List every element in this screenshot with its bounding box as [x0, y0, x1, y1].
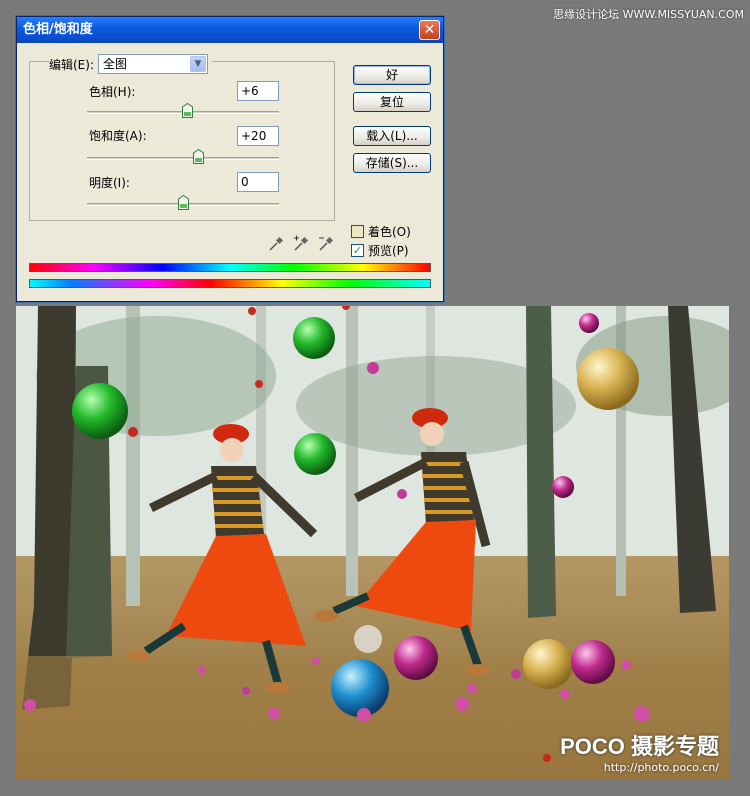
edit-label: 编辑(E): [49, 57, 94, 72]
poco-url: http://photo.poco.cn/ [603, 761, 719, 774]
hue-slider-thumb[interactable] [181, 103, 193, 118]
saturation-slider-thumb[interactable] [193, 149, 205, 164]
ok-button[interactable]: 好 [353, 65, 431, 85]
eyedropper-icon[interactable] [267, 235, 285, 253]
chevron-down-icon[interactable]: ▼ [190, 56, 206, 72]
saturation-input[interactable]: +20 [237, 126, 279, 146]
ornament-pink-small-top [579, 313, 599, 333]
save-button[interactable]: 存储(S)... [353, 153, 431, 173]
colorize-label: 着色(O) [368, 225, 411, 239]
preview-checkbox[interactable]: ✓ [351, 244, 364, 257]
edit-select[interactable]: 全图 ▼ [98, 54, 208, 74]
ornament-green-mid [294, 433, 336, 475]
saturation-label: 饱和度(A): [89, 129, 147, 143]
edit-select-value: 全图 [103, 57, 128, 71]
adjusted-spectrum-bar [29, 279, 431, 288]
eyedropper-minus-icon[interactable] [317, 235, 335, 253]
source-spectrum-bar [29, 263, 431, 272]
reset-button[interactable]: 复位 [353, 92, 431, 112]
ornament-silver [354, 625, 382, 653]
hue-label: 色相(H): [89, 85, 136, 99]
hue-saturation-dialog: 色相/饱和度 ✕ 编辑(E): 全图 ▼ 色相(H): +6 饱和度(A): +… [16, 16, 444, 302]
dialog-titlebar[interactable]: 色相/饱和度 ✕ [17, 17, 443, 43]
colorize-option[interactable]: 着色(O) [351, 223, 411, 240]
colorize-checkbox[interactable] [351, 225, 364, 238]
ornament-green-large [72, 383, 128, 439]
close-icon: ✕ [423, 22, 436, 38]
eyedropper-plus-icon[interactable] [292, 235, 310, 253]
ornament-pink-right [571, 640, 615, 684]
edit-row: 编辑(E): 全图 ▼ [49, 53, 212, 75]
ornament-green-top [293, 317, 335, 359]
load-button[interactable]: 载入(L)... [353, 126, 431, 146]
ornament-gold-ground [523, 639, 573, 689]
preview-label: 预览(P) [368, 244, 409, 258]
ornament-pink-left [394, 636, 438, 680]
lightness-slider-thumb[interactable] [178, 195, 189, 210]
close-button[interactable]: ✕ [419, 20, 440, 40]
ornament-pink-small-mid [552, 476, 574, 498]
ornament-gold-top [577, 348, 639, 410]
forest-dancers-photo [16, 306, 729, 780]
ornament-blue [331, 659, 389, 717]
preview-option[interactable]: ✓ 预览(P) [351, 242, 409, 259]
lightness-label: 明度(I): [89, 176, 130, 190]
photo-watermark: POCO 摄影专题 http://photo.poco.cn/ [560, 729, 719, 774]
site-watermark: 思缘设计论坛 WWW.MISSYUAN.COM [553, 8, 744, 21]
dialog-title: 色相/饱和度 [23, 22, 93, 37]
photo-canvas: POCO 摄影专题 http://photo.poco.cn/ [16, 306, 729, 780]
poco-logo: POCO 摄影专题 [560, 734, 719, 759]
saturation-slider[interactable] [87, 157, 279, 160]
lightness-input[interactable]: 0 [237, 172, 279, 192]
hue-input[interactable]: +6 [237, 81, 279, 101]
